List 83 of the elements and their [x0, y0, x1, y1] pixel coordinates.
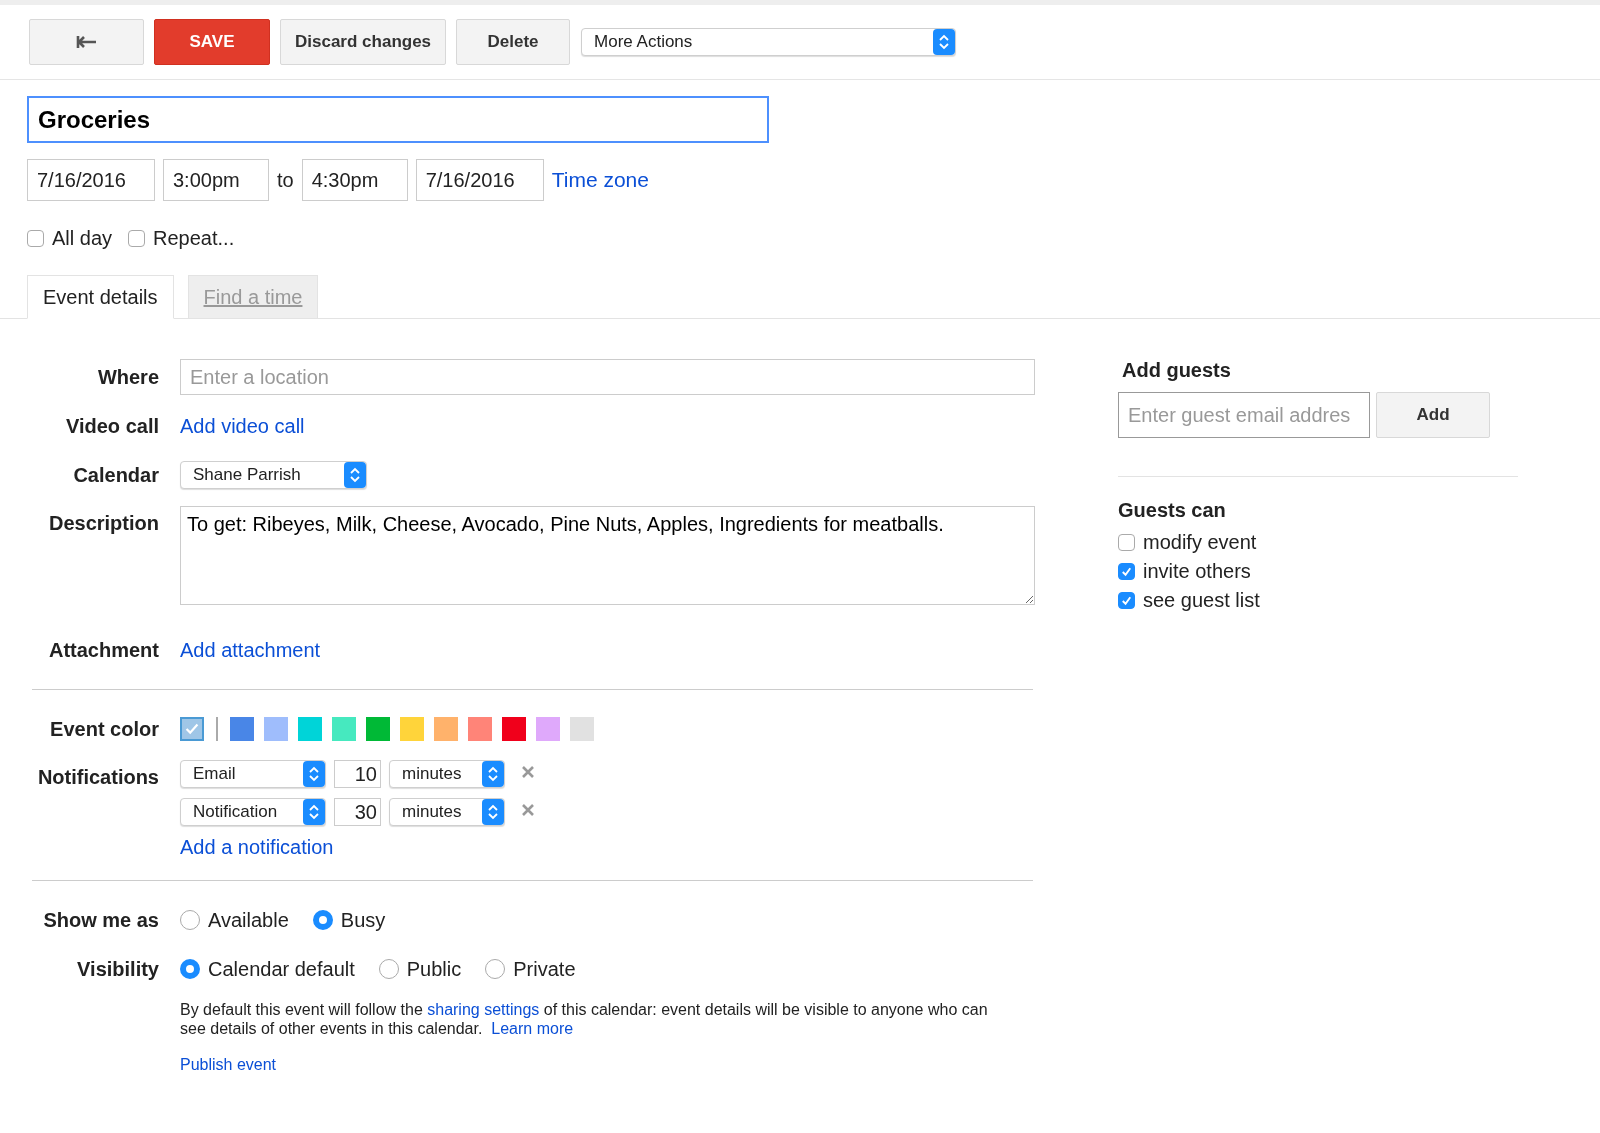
minutes-field[interactable]: 30	[334, 798, 381, 826]
visibility-note: By default this event will follow the sharing settings of this calendar: event details will be visible to anyone who can see details of other events in this calendar. Learn more	[180, 1000, 989, 1038]
tab[interactable]: Event details	[27, 275, 174, 319]
discard-changes-button[interactable]: Discard changes	[280, 19, 447, 65]
save-button[interactable]: SAVE	[154, 19, 270, 65]
calendar-dropdown[interactable]: Shane Parrish	[180, 461, 367, 489]
color-swatch[interactable]	[230, 717, 254, 741]
field-label: Where	[96, 365, 159, 389]
to-label: to	[277, 168, 294, 192]
time-unit-dropdown[interactable]: minutes	[389, 798, 505, 826]
end-date-field[interactable]: 7/16/2016	[415, 159, 544, 201]
radio-label: Calendar default	[208, 957, 355, 981]
delete-button[interactable]: Delete	[456, 19, 571, 65]
color-swatch[interactable]	[570, 717, 594, 741]
location-field[interactable]: Enter a location	[180, 359, 1035, 395]
color-swatch[interactable]	[536, 717, 560, 741]
stepper-icon	[303, 799, 325, 825]
radio-button[interactable]	[180, 959, 200, 979]
field-label: Show me as	[42, 908, 159, 932]
color-swatch[interactable]	[180, 717, 204, 741]
field-label: Notifications	[36, 765, 159, 789]
stepper-icon	[344, 462, 366, 488]
checkbox-label: Repeat...	[153, 227, 235, 250]
minutes-field[interactable]: 10	[334, 760, 381, 788]
start-time-field[interactable]: 3:00pm	[163, 159, 269, 201]
color-swatch[interactable]	[332, 717, 356, 741]
color-swatch[interactable]	[298, 717, 322, 741]
notification-method-dropdown[interactable]: Email	[180, 760, 326, 788]
radio-label: Private	[513, 957, 576, 981]
field-label: Calendar	[72, 463, 159, 487]
time-unit-dropdown[interactable]: minutes	[389, 760, 505, 788]
stepper-icon	[482, 799, 504, 825]
stepper-icon	[303, 761, 325, 787]
title-field[interactable]: Groceries	[27, 96, 769, 143]
radio-label: Public	[406, 957, 462, 981]
radio-button[interactable]	[485, 959, 506, 979]
color-swatch[interactable]	[366, 717, 390, 741]
publish-event-link[interactable]: Publish event	[180, 1056, 1040, 1074]
start-date-field[interactable]: 7/16/2016	[27, 159, 155, 201]
checkbox[interactable]	[128, 230, 146, 247]
add-notification-link[interactable]: Add a notification	[180, 836, 334, 859]
radio-button[interactable]	[378, 959, 399, 979]
add-guest-button[interactable]: Add	[1376, 392, 1490, 438]
stepper-icon	[933, 29, 956, 55]
notification-method-dropdown[interactable]: Notification	[180, 798, 326, 826]
close-icon[interactable]	[521, 765, 535, 779]
checkbox[interactable]	[1118, 534, 1135, 551]
field-label: Video call	[65, 414, 159, 438]
close-icon[interactable]	[521, 803, 535, 817]
checkbox-label: All day	[52, 227, 113, 250]
radio-label: Busy	[340, 908, 386, 932]
end-time-field[interactable]: 4:30pm	[301, 159, 408, 201]
checkbox[interactable]	[1118, 563, 1135, 580]
guest-email-field[interactable]: Enter guest email addres	[1118, 392, 1370, 438]
time-zone-link[interactable]: Time zone	[551, 168, 649, 192]
add-video-call-link[interactable]: Add video call	[180, 414, 1040, 438]
checkbox[interactable]	[27, 230, 44, 247]
checkbox[interactable]	[1118, 592, 1135, 609]
back-button[interactable]	[29, 19, 144, 65]
color-swatch[interactable]	[400, 717, 424, 741]
learn-more-link[interactable]: Learn more	[491, 1020, 574, 1037]
color-swatch[interactable]	[468, 717, 492, 741]
field-label: Attachment	[48, 638, 159, 662]
add-guests-heading: Add guests	[1122, 359, 1232, 382]
permission-label: invite others	[1143, 560, 1251, 583]
radio-button[interactable]	[312, 910, 333, 930]
color-swatch[interactable]	[502, 717, 526, 741]
permission-label: modify event	[1143, 531, 1257, 554]
field-label: Description	[47, 511, 159, 535]
field-label: Visibility	[76, 957, 159, 981]
color-swatch[interactable]	[264, 717, 288, 741]
field-label: Event color	[49, 717, 159, 741]
add-attachment-link[interactable]: Add attachment	[180, 638, 1040, 662]
radio-label: Available	[208, 908, 289, 932]
sharing-settings-link[interactable]: sharing settings	[427, 1001, 540, 1018]
description-field[interactable]: To get: Ribeyes, Milk, Cheese, Avocado, Pine Nuts, Apples, Ingredients for meatballs.	[180, 506, 1035, 605]
permission-label: see guest list	[1143, 589, 1260, 612]
back-arrow-icon	[75, 34, 98, 50]
color-swatch[interactable]	[434, 717, 458, 741]
more-actions-dropdown[interactable]: More Actions	[581, 28, 957, 56]
stepper-icon	[482, 761, 504, 787]
radio-button[interactable]	[180, 910, 200, 930]
guests-can-heading: Guests can	[1118, 499, 1227, 522]
